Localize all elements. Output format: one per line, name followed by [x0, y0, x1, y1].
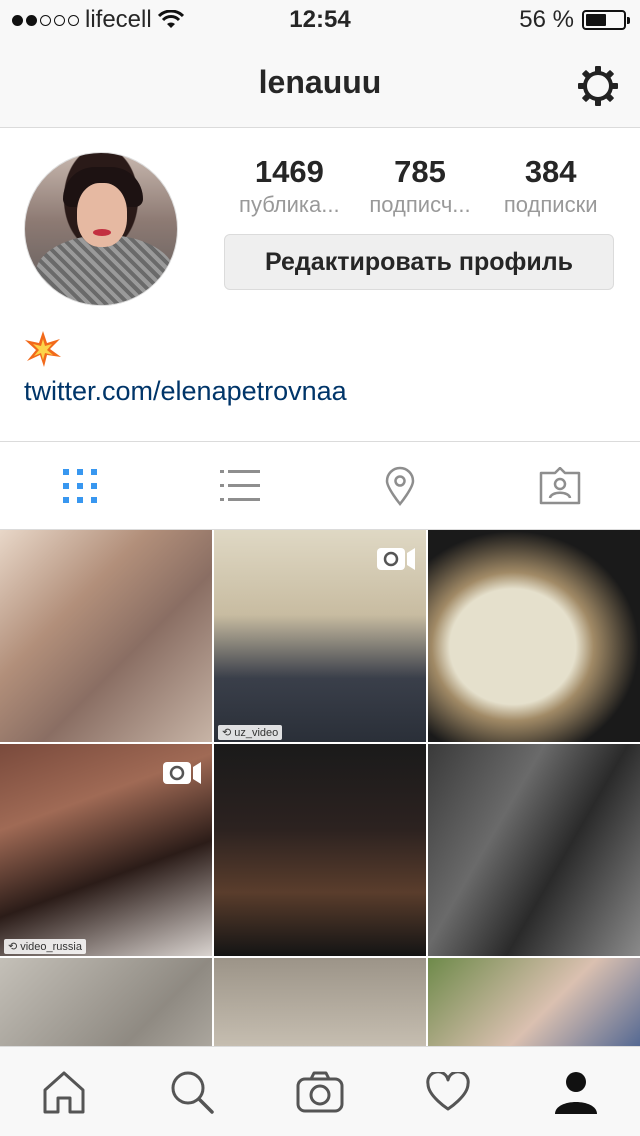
repost-icon: ⟲: [222, 727, 232, 739]
list-icon: [220, 470, 260, 501]
tab-camera[interactable]: [256, 1047, 384, 1136]
tagged-photos-icon: [539, 467, 581, 505]
bottom-tab-bar: [0, 1046, 640, 1136]
view-tabs: [0, 442, 640, 530]
grid-icon: [63, 469, 97, 503]
tab-list[interactable]: [160, 442, 320, 530]
location-pin-icon: [385, 466, 415, 506]
collision-emoji-icon: [25, 331, 61, 367]
profile-stats: 1469 публика... 785 подписч... 384 подпи…: [224, 152, 616, 218]
stat-label: подписч...: [369, 192, 471, 217]
grid-post[interactable]: [214, 744, 426, 956]
tab-grid[interactable]: [0, 442, 160, 530]
nav-bar: lenauuu: [0, 40, 640, 128]
tab-search[interactable]: [128, 1047, 256, 1136]
tab-tagged[interactable]: [480, 442, 640, 530]
repost-user: video_russia: [20, 940, 82, 953]
status-bar: lifecell 12:54 56 %: [0, 0, 640, 40]
stat-value: 384: [524, 154, 577, 189]
tab-map[interactable]: [320, 442, 480, 530]
camera-icon: [296, 1071, 344, 1112]
battery-status: 56 %: [519, 6, 630, 34]
grid-post[interactable]: [0, 530, 212, 742]
tab-activity[interactable]: [384, 1047, 512, 1136]
profile-icon: [555, 1071, 597, 1114]
bio-link[interactable]: twitter.com/elenapetrovnaa: [24, 376, 347, 407]
repost-icon: ⟲: [8, 941, 18, 953]
battery-icon: [582, 10, 630, 30]
grid-post[interactable]: [428, 530, 640, 742]
tab-profile[interactable]: [512, 1047, 640, 1136]
grid-post[interactable]: [0, 958, 212, 1046]
avatar[interactable]: [24, 152, 178, 306]
search-icon: [171, 1071, 214, 1114]
grid-post[interactable]: ⟲ uz_video: [214, 530, 426, 742]
video-icon: [377, 548, 415, 570]
grid-post[interactable]: [214, 958, 426, 1046]
stat-value: 1469: [254, 154, 324, 189]
edit-profile-button[interactable]: Редактировать профиль: [224, 234, 614, 290]
stat-label: публика...: [239, 192, 340, 217]
stat-label: подписки: [503, 192, 598, 217]
photo-grid: ⟲ uz_video ⟲ video_russia: [0, 530, 640, 1046]
stat-value: 785: [394, 154, 446, 189]
heart-icon: [426, 1071, 470, 1110]
repost-user: uz_video: [234, 726, 279, 739]
stat-following[interactable]: 384 подписки: [485, 152, 616, 218]
grid-post[interactable]: [428, 958, 640, 1046]
repost-badge: ⟲ uz_video: [218, 725, 283, 740]
video-icon: [163, 762, 201, 784]
grid-post[interactable]: ⟲ video_russia: [0, 744, 212, 956]
home-icon: [43, 1071, 85, 1113]
gear-icon[interactable]: [576, 64, 620, 108]
grid-post[interactable]: [428, 744, 640, 956]
stat-followers[interactable]: 785 подписч...: [355, 152, 486, 218]
tab-home[interactable]: [0, 1047, 128, 1136]
username-title: lenauuu: [258, 64, 382, 100]
stat-posts[interactable]: 1469 публика...: [224, 152, 355, 218]
battery-percent: 56 %: [519, 6, 574, 33]
repost-badge: ⟲ video_russia: [4, 939, 86, 954]
